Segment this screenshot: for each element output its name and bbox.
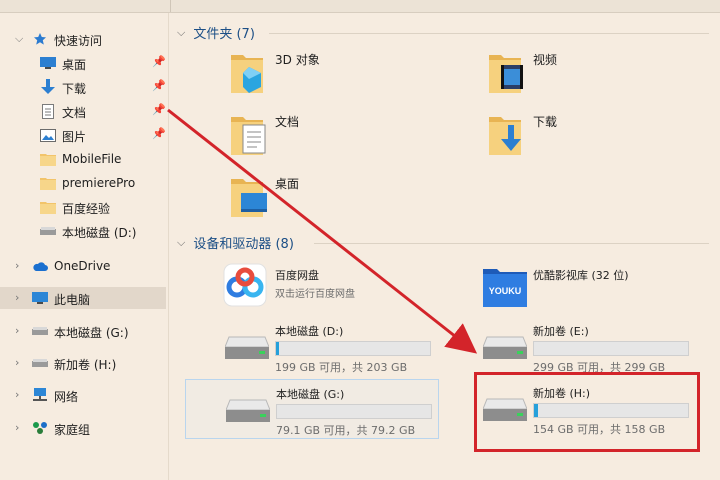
annotation-arrow bbox=[167, 108, 478, 354]
annotation-arrow-layer bbox=[167, 108, 478, 354]
